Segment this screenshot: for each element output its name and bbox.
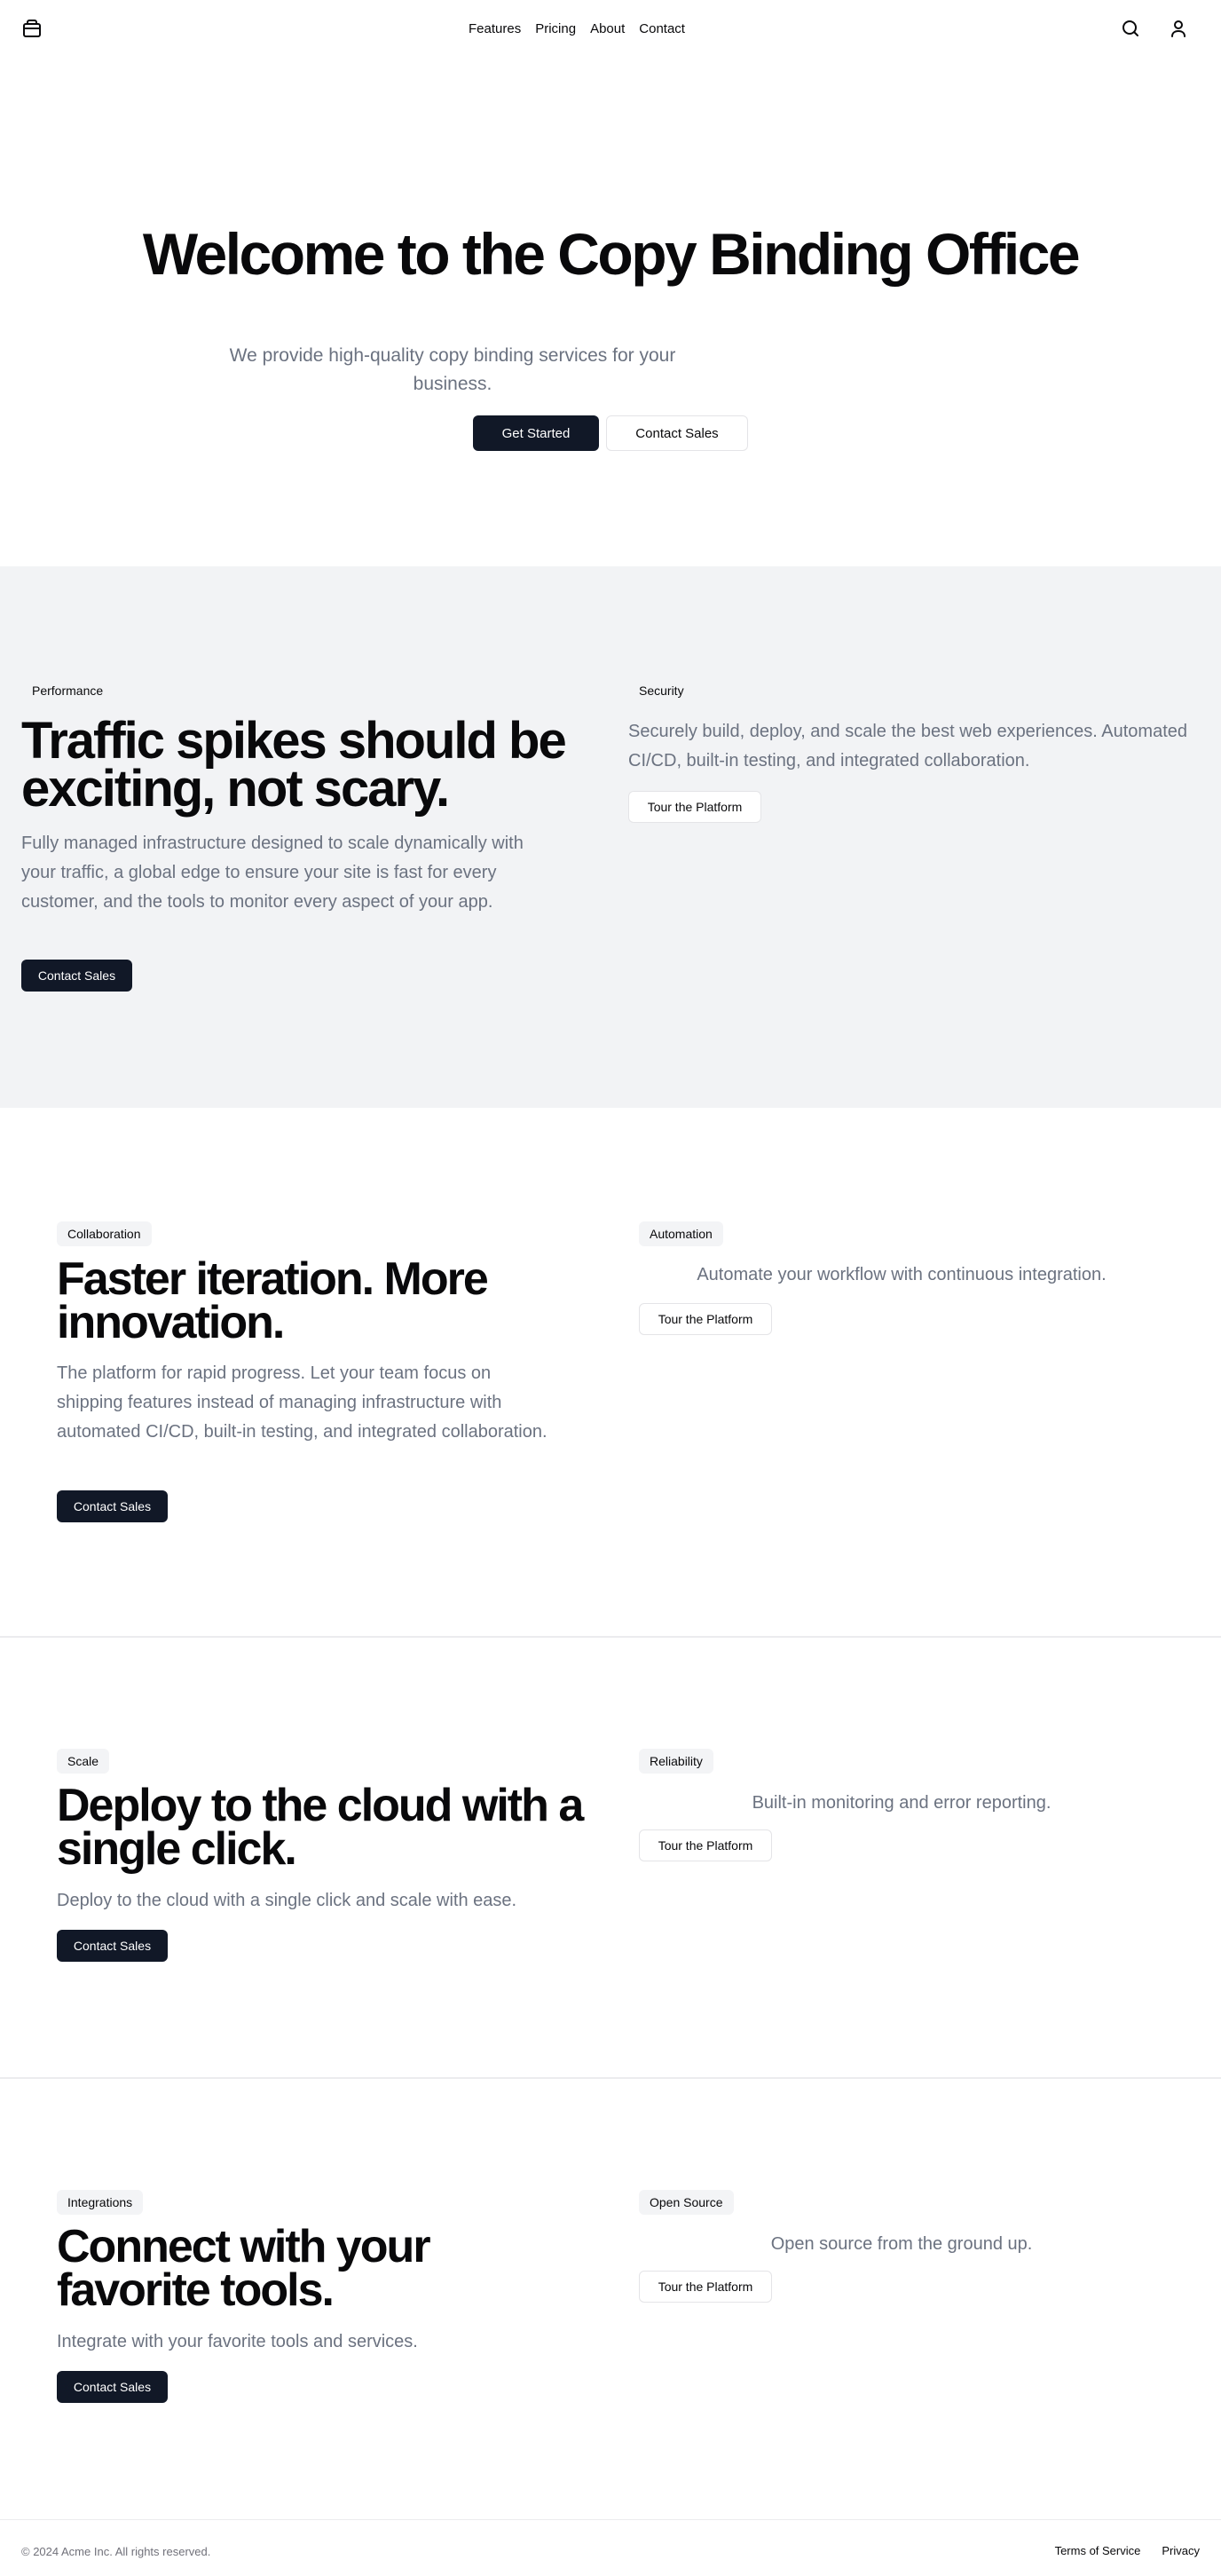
feature-description: Built-in monitoring and error reporting. xyxy=(752,1793,1052,1813)
site-header: Features Pricing About Contact xyxy=(0,0,1221,57)
feature-tag: Collaboration xyxy=(57,1221,152,1246)
feature-description: Automate your workflow with continuous i… xyxy=(697,1265,1107,1284)
nav-link-about[interactable]: About xyxy=(590,21,625,36)
contact-sales-button[interactable]: Contact Sales xyxy=(57,1490,168,1522)
feature-title: Traffic spikes should be exciting, not s… xyxy=(21,712,567,818)
hero-section: Welcome to the Copy Binding Office We pr… xyxy=(0,57,1221,566)
tour-platform-button[interactable]: Tour the Platform xyxy=(639,1303,772,1335)
get-started-button[interactable]: Get Started xyxy=(473,415,599,451)
integrations-section: Integrations Connect with your favorite … xyxy=(0,2079,1221,2519)
feature-tag: Reliability xyxy=(639,1749,713,1774)
feature-tag: Open Source xyxy=(639,2190,734,2215)
nav-link-pricing[interactable]: Pricing xyxy=(535,21,576,36)
feature-description: Fully managed infrastructure designed to… xyxy=(21,834,524,912)
feature-tag: Automation xyxy=(639,1221,723,1246)
feature-description: Integrate with your favorite tools and s… xyxy=(57,2332,418,2351)
nav-link-features[interactable]: Features xyxy=(469,21,521,36)
main-nav: Features Pricing About Contact xyxy=(469,0,685,57)
feature-description: Deploy to the cloud with a single click … xyxy=(57,1891,517,1910)
contact-sales-button[interactable]: Contact Sales xyxy=(606,415,748,451)
copyright-text: © 2024 Acme Inc. All rights reserved. xyxy=(21,2545,211,2558)
search-icon[interactable] xyxy=(1120,18,1141,39)
header-actions xyxy=(1120,18,1189,39)
tour-platform-button[interactable]: Tour the Platform xyxy=(628,791,761,823)
feature-description: Securely build, deploy, and scale the be… xyxy=(628,722,1188,770)
terms-link[interactable]: Terms of Service xyxy=(1055,2544,1141,2557)
privacy-link[interactable]: Privacy xyxy=(1162,2544,1200,2557)
contact-sales-button[interactable]: Contact Sales xyxy=(57,2371,168,2403)
footer-links: Terms of Service Privacy xyxy=(1055,2544,1200,2557)
feature-tag: Performance xyxy=(21,678,114,703)
hero-buttons: Get Started Contact Sales xyxy=(473,415,748,451)
performance-section: Performance Traffic spikes should be exc… xyxy=(0,566,1221,1108)
tour-platform-button[interactable]: Tour the Platform xyxy=(639,2271,772,2303)
feature-tag: Integrations xyxy=(57,2190,144,2215)
nav-link-contact[interactable]: Contact xyxy=(639,21,685,36)
user-icon[interactable] xyxy=(1168,18,1189,39)
feature-title: Connect with your favorite tools. xyxy=(57,2221,431,2316)
package-logo-icon[interactable] xyxy=(21,18,43,39)
collaboration-section: Collaboration Faster iteration. More inn… xyxy=(0,1108,1221,1636)
contact-sales-button[interactable]: Contact Sales xyxy=(57,1930,168,1962)
hero-title: Welcome to the Copy Binding Office xyxy=(142,221,1081,287)
tour-platform-button[interactable]: Tour the Platform xyxy=(639,1829,772,1861)
feature-tag: Scale xyxy=(57,1749,110,1774)
feature-description: Open source from the ground up. xyxy=(770,2234,1033,2254)
hero-subtitle: We provide high-quality copy binding ser… xyxy=(229,345,676,394)
scale-section: Scale Deploy to the cloud with a single … xyxy=(0,1638,1221,2077)
contact-sales-button[interactable]: Contact Sales xyxy=(21,960,132,992)
feature-title: Deploy to the cloud with a single click. xyxy=(57,1780,584,1875)
site-footer: © 2024 Acme Inc. All rights reserved. Te… xyxy=(0,2519,1221,2576)
feature-title: Faster iteration. More innovation. xyxy=(57,1253,489,1348)
feature-tag: Security xyxy=(628,678,695,703)
feature-description: The platform for rapid progress. Let you… xyxy=(57,1363,547,1442)
